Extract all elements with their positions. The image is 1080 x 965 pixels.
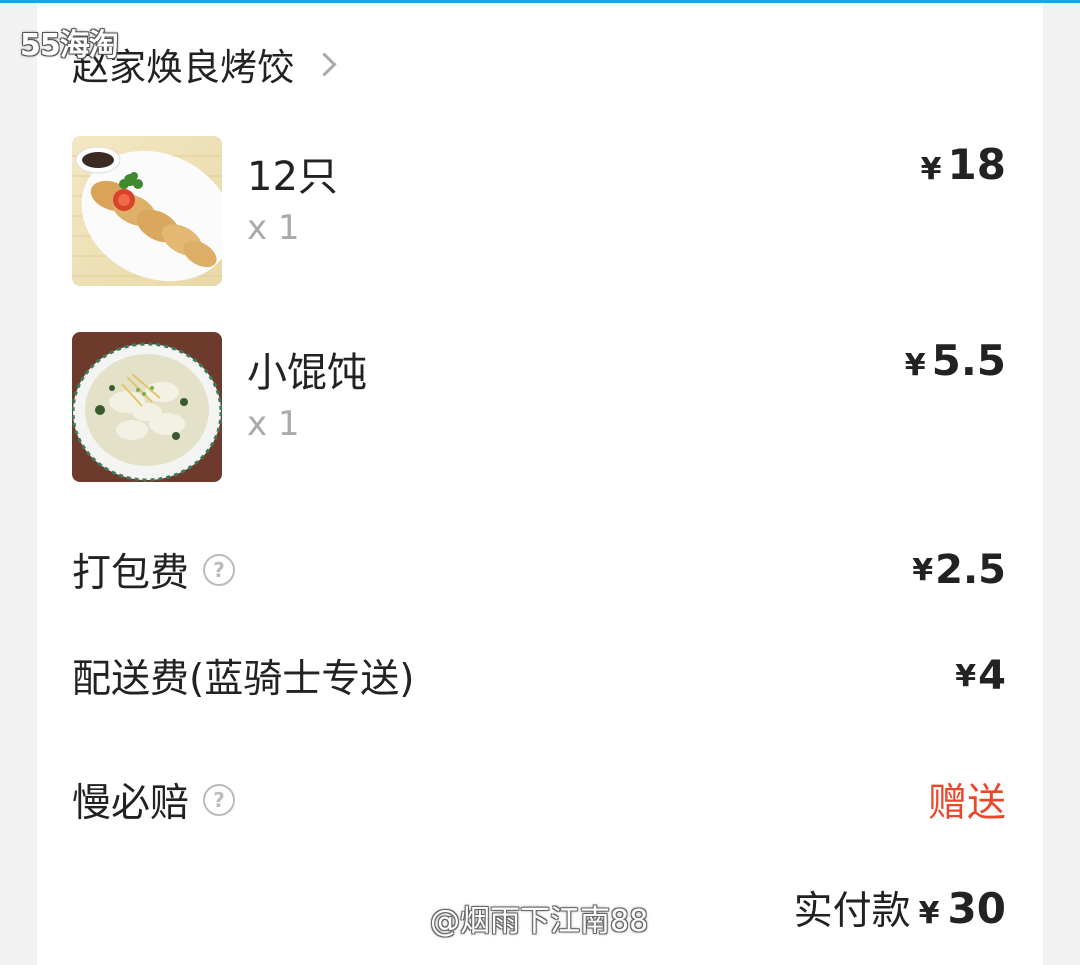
total-value: ¥30 bbox=[919, 884, 1006, 933]
question-circle-icon[interactable]: ? bbox=[203, 554, 236, 586]
chevron-right-icon[interactable] bbox=[312, 51, 337, 77]
order-item: 小馄饨 x 1 ¥5.5 bbox=[72, 332, 1006, 482]
late-guarantee-label: 慢必赔 ? bbox=[72, 770, 236, 830]
food-thumbnail-wonton bbox=[72, 332, 222, 482]
total-row: 实付款 ¥30 bbox=[794, 878, 1006, 938]
packaging-fee-amount: 2.5 bbox=[935, 547, 1006, 593]
watermark-logo: 55海淘 bbox=[20, 28, 119, 63]
wonton-soup-image bbox=[72, 332, 222, 482]
late-guarantee-text: 慢必赔 bbox=[72, 781, 190, 826]
currency-symbol: ¥ bbox=[904, 348, 926, 383]
item-price: ¥18 bbox=[921, 140, 1006, 189]
packaging-fee-row: 打包费 ? ¥2.5 bbox=[72, 540, 1006, 600]
item-price-value: 5.5 bbox=[931, 336, 1006, 385]
item-name: 小馄饨 bbox=[247, 350, 367, 396]
currency-symbol: ¥ bbox=[912, 552, 934, 588]
food-thumbnail-dumplings bbox=[72, 136, 222, 286]
currency-symbol: ¥ bbox=[920, 152, 942, 187]
item-name: 12只 bbox=[247, 154, 338, 200]
item-price: ¥5.5 bbox=[905, 336, 1006, 385]
packaging-fee-label: 打包费 ? bbox=[72, 540, 236, 600]
total-amount: 30 bbox=[947, 883, 1006, 933]
watermark-author: @烟雨下江南88 bbox=[430, 904, 649, 939]
total-label: 实付款 bbox=[793, 889, 911, 934]
question-circle-icon[interactable]: ? bbox=[203, 784, 236, 816]
currency-symbol: ¥ bbox=[918, 895, 940, 931]
item-quantity: x 1 bbox=[247, 208, 300, 248]
late-guarantee-value: 赠送 bbox=[927, 781, 1006, 826]
delivery-fee-row: 配送费(蓝骑士专送) ¥4 bbox=[72, 646, 1006, 706]
late-guarantee-row: 慢必赔 ? 赠送 bbox=[72, 770, 1006, 830]
item-price-value: 18 bbox=[947, 140, 1006, 189]
packaging-fee-value: ¥2.5 bbox=[912, 540, 1006, 600]
delivery-fee-value: ¥4 bbox=[955, 646, 1006, 706]
fried-dumplings-image bbox=[72, 136, 222, 286]
currency-symbol: ¥ bbox=[955, 658, 977, 694]
delivery-fee-label: 配送费(蓝骑士专送) bbox=[72, 657, 415, 702]
delivery-fee-amount: 4 bbox=[978, 653, 1006, 699]
packaging-fee-text: 打包费 bbox=[72, 551, 190, 596]
order-item: 12只 x 1 ¥18 bbox=[72, 136, 1006, 286]
item-quantity: x 1 bbox=[247, 404, 300, 444]
